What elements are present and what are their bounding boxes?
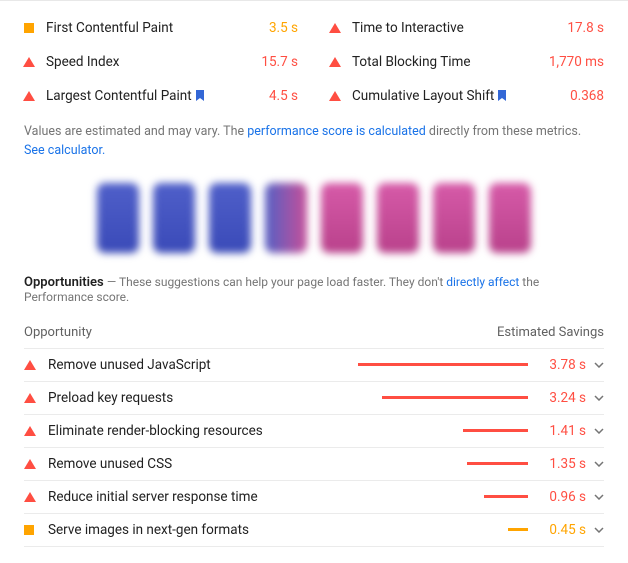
filmstrip-frame xyxy=(489,183,531,253)
metric-value: 15.7 s xyxy=(261,54,298,70)
fail-triangle-icon xyxy=(24,426,34,436)
opportunity-row[interactable]: Remove unused CSS 1.35 s xyxy=(24,448,604,481)
bookmark-icon xyxy=(196,89,204,100)
metric-label: First Contentful Paint xyxy=(46,20,269,36)
see-calculator-link[interactable]: See calculator. xyxy=(24,143,105,158)
metric-label: Largest Contentful Paint xyxy=(46,88,269,104)
metric-row[interactable]: Total Blocking Time1,770 ms xyxy=(330,45,604,79)
bookmark-icon xyxy=(498,89,506,100)
disclaimer-text: directly from these metrics. xyxy=(426,124,581,139)
opportunity-row[interactable]: Preload key requests 3.24 s xyxy=(24,382,604,415)
fail-triangle-icon xyxy=(330,91,340,101)
chevron-down-icon[interactable] xyxy=(594,492,604,502)
filmstrip-frame xyxy=(321,183,363,253)
fail-triangle-icon xyxy=(330,23,340,33)
disclaimer-text: Values are estimated and may vary. The xyxy=(24,124,247,139)
filmstrip-frame xyxy=(209,183,251,253)
opportunities-heading: Opportunities — These suggestions can he… xyxy=(24,275,604,305)
fail-triangle-icon xyxy=(24,459,34,469)
average-square-icon xyxy=(24,525,34,535)
metric-label: Time to Interactive xyxy=(352,20,567,36)
opportunity-label: Preload key requests xyxy=(48,390,358,406)
chevron-down-icon[interactable] xyxy=(594,360,604,370)
metric-row[interactable]: Cumulative Layout Shift0.368 xyxy=(330,79,604,113)
fail-triangle-icon xyxy=(24,393,34,403)
metric-label: Total Blocking Time xyxy=(352,54,549,70)
header-estimated-savings: Estimated Savings xyxy=(497,325,604,340)
metrics-disclaimer: Values are estimated and may vary. The p… xyxy=(24,123,604,161)
metric-row[interactable]: Time to Interactive17.8 s xyxy=(330,11,604,45)
savings-bar xyxy=(358,528,528,531)
fail-triangle-icon xyxy=(24,492,34,502)
savings-bar xyxy=(358,462,528,465)
opportunity-savings: 3.24 s xyxy=(540,390,586,406)
opportunity-label: Remove unused JavaScript xyxy=(48,357,358,373)
metric-label: Speed Index xyxy=(46,54,261,70)
metric-row[interactable]: Speed Index15.7 s xyxy=(24,45,298,79)
filmstrip-frame xyxy=(265,183,307,253)
performance-score-link[interactable]: performance score is calculated xyxy=(247,124,426,139)
chevron-down-icon[interactable] xyxy=(594,426,604,436)
opportunity-label: Remove unused CSS xyxy=(48,456,358,472)
metrics-grid: First Contentful Paint3.5 s Time to Inter… xyxy=(24,11,604,113)
metric-value: 0.368 xyxy=(570,88,604,104)
fail-triangle-icon xyxy=(330,57,340,67)
opportunity-savings: 1.41 s xyxy=(540,423,586,439)
metric-value: 1,770 ms xyxy=(549,54,604,70)
filmstrip xyxy=(24,183,604,253)
opportunities-title: Opportunities xyxy=(24,275,104,290)
average-square-icon xyxy=(24,23,34,33)
filmstrip-frame xyxy=(377,183,419,253)
filmstrip-frame xyxy=(433,183,475,253)
directly-affect-link[interactable]: directly affect xyxy=(446,275,519,289)
opportunity-savings: 1.35 s xyxy=(540,456,586,472)
metric-label: Cumulative Layout Shift xyxy=(352,88,570,104)
metric-value: 4.5 s xyxy=(269,88,298,104)
savings-bar xyxy=(358,429,528,432)
metric-row[interactable]: Largest Contentful Paint4.5 s xyxy=(24,79,298,113)
opportunity-label: Eliminate render-blocking resources xyxy=(48,423,358,439)
metric-value: 3.5 s xyxy=(269,20,298,36)
savings-bar xyxy=(358,495,528,498)
chevron-down-icon[interactable] xyxy=(594,459,604,469)
header-opportunity: Opportunity xyxy=(24,325,92,340)
opportunity-savings: 0.45 s xyxy=(540,522,586,538)
opportunity-label: Serve images in next-gen formats xyxy=(48,522,358,538)
opportunity-row[interactable]: Remove unused JavaScript 3.78 s xyxy=(24,349,604,382)
opportunities-table-header: Opportunity Estimated Savings xyxy=(24,315,604,349)
opportunity-savings: 0.96 s xyxy=(540,489,586,505)
opportunities-subtitle: — These suggestions can help your page l… xyxy=(107,275,446,289)
filmstrip-frame xyxy=(97,183,139,253)
opportunity-row[interactable]: Reduce initial server response time 0.96 … xyxy=(24,481,604,514)
fail-triangle-icon xyxy=(24,91,34,101)
fail-triangle-icon xyxy=(24,360,34,370)
fail-triangle-icon xyxy=(24,57,34,67)
metric-value: 17.8 s xyxy=(567,20,604,36)
savings-bar xyxy=(358,363,528,366)
opportunity-label: Reduce initial server response time xyxy=(48,489,358,505)
metric-row[interactable]: First Contentful Paint3.5 s xyxy=(24,11,298,45)
opportunity-row[interactable]: Eliminate render-blocking resources 1.41 … xyxy=(24,415,604,448)
savings-bar xyxy=(358,396,528,399)
filmstrip-frame xyxy=(153,183,195,253)
opportunity-row[interactable]: Serve images in next-gen formats 0.45 s xyxy=(24,514,604,547)
chevron-down-icon[interactable] xyxy=(594,525,604,535)
opportunity-savings: 3.78 s xyxy=(540,357,586,373)
chevron-down-icon[interactable] xyxy=(594,393,604,403)
